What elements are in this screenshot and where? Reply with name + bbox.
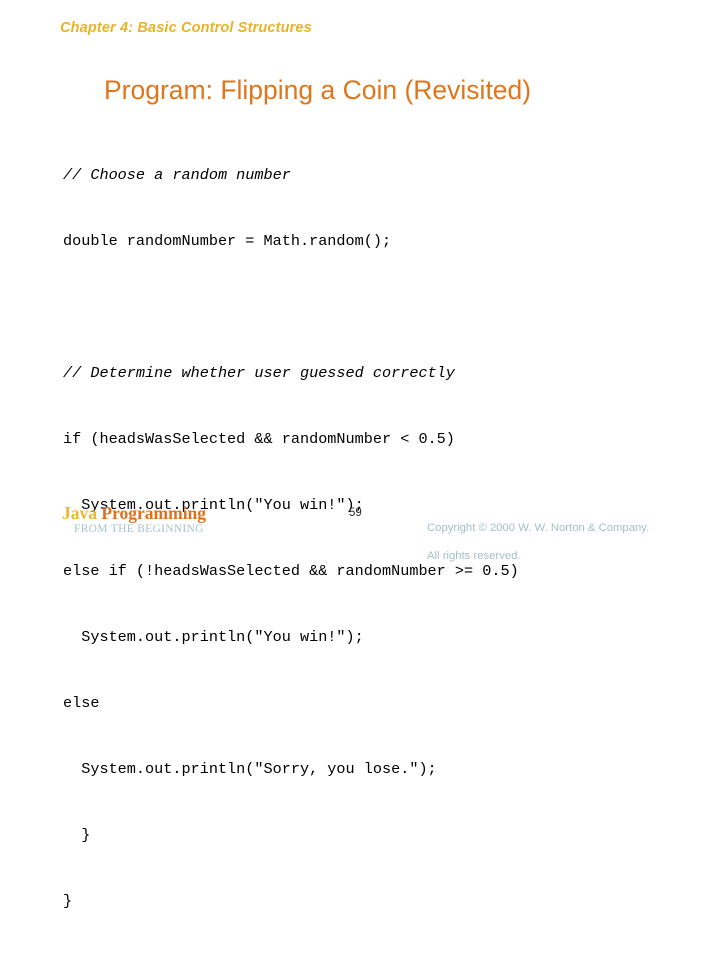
code-line-closing-brace: } <box>63 892 73 910</box>
copyright-line-2: All rights reserved. <box>427 550 521 562</box>
code-line: else <box>63 694 100 712</box>
page-title: Program: Flipping a Coin (Revisited) <box>104 75 532 105</box>
chapter-header: Chapter 4: Basic Control Structures <box>60 20 312 36</box>
code-line: // Determine whether user guessed correc… <box>63 364 455 382</box>
brand-subtitle: FROM THE BEGINNING <box>74 523 204 535</box>
code-line: double randomNumber = Math.random(); <box>63 232 392 250</box>
brand-logo: Java Programming <box>62 504 206 523</box>
brand-logo-part-programming: Programming <box>101 503 207 523</box>
code-line: System.out.println("Sorry, you lose."); <box>63 760 437 778</box>
copyright-notice: Copyright © 2000 W. W. Norton & Company.… <box>427 507 649 577</box>
page-number: 59 <box>349 507 362 519</box>
code-line-closing-brace: } <box>63 826 91 844</box>
slide-footer: Java Programming FROM THE BEGINNING 59 C… <box>0 498 720 563</box>
copyright-line-1: Copyright © 2000 W. W. Norton & Company. <box>427 522 650 534</box>
brand-logo-part-java: Java <box>62 503 102 523</box>
code-line: System.out.println("You win!"); <box>63 628 364 646</box>
code-line: if (headsWasSelected && randomNumber < 0… <box>63 430 455 448</box>
slide-canvas: Chapter 4: Basic Control Structures Prog… <box>0 0 720 910</box>
code-line: // Choose a random number <box>63 166 291 184</box>
